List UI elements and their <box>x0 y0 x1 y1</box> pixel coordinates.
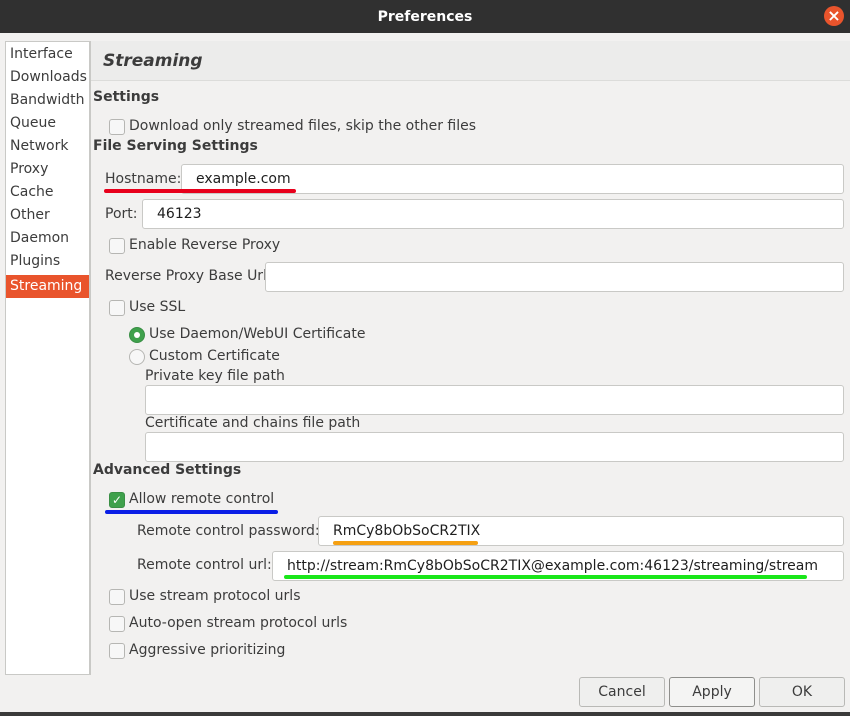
advanced-heading: Advanced Settings <box>93 462 242 478</box>
custom-cert-label[interactable]: Custom Certificate <box>149 348 280 364</box>
reverse-proxy-base-url-label: Reverse Proxy Base Url: <box>105 268 272 284</box>
title-bar: Preferences × <box>0 0 850 33</box>
remote-url-annotation <box>284 575 807 579</box>
sidebar-item-streaming[interactable]: Streaming <box>6 275 89 298</box>
sidebar-item-proxy[interactable]: Proxy <box>6 158 89 181</box>
file-serving-heading: File Serving Settings <box>93 138 258 154</box>
use-stream-protocol-urls-checkbox[interactable] <box>109 589 125 605</box>
download-only-streamed-label[interactable]: Download only streamed files, skip the o… <box>129 118 476 134</box>
port-input[interactable]: 46123 <box>142 199 844 229</box>
sidebar-item-network[interactable]: Network <box>6 135 89 158</box>
cancel-button[interactable]: Cancel <box>579 677 665 707</box>
private-key-path-input[interactable] <box>145 385 844 415</box>
sidebar-item-queue[interactable]: Queue <box>6 112 89 135</box>
port-label: Port: <box>105 206 138 222</box>
sidebar-item-bandwidth[interactable]: Bandwidth <box>6 89 89 112</box>
remote-url-label: Remote control url: <box>137 557 272 573</box>
use-ssl-label[interactable]: Use SSL <box>129 299 185 315</box>
download-only-streamed-checkbox[interactable] <box>109 119 125 135</box>
reverse-proxy-base-url-input[interactable] <box>265 262 844 292</box>
page-header: Streaming <box>91 41 850 81</box>
cert-chain-path-label: Certificate and chains file path <box>145 415 361 431</box>
cert-chain-path-input[interactable] <box>145 432 844 462</box>
private-key-path-label: Private key file path <box>145 368 285 384</box>
use-daemon-cert-radio[interactable] <box>129 327 145 343</box>
preferences-window: Preferences × Interface Downloads Bandwi… <box>0 0 850 716</box>
remote-password-annotation <box>333 541 478 545</box>
check-icon[interactable]: ✓ <box>109 492 125 508</box>
aggressive-prioritizing-label[interactable]: Aggressive prioritizing <box>129 642 285 658</box>
use-stream-protocol-urls-label[interactable]: Use stream protocol urls <box>129 588 301 604</box>
aggressive-prioritizing-checkbox[interactable] <box>109 643 125 659</box>
use-ssl-checkbox[interactable] <box>109 300 125 316</box>
streaming-panel: Streaming Settings Download only streame… <box>90 41 850 675</box>
auto-open-stream-urls-label[interactable]: Auto-open stream protocol urls <box>129 615 347 631</box>
hostname-annotation <box>104 189 296 193</box>
sidebar-item-plugins[interactable]: Plugins <box>6 250 89 273</box>
use-daemon-cert-label[interactable]: Use Daemon/WebUI Certificate <box>149 326 365 342</box>
sidebar-item-daemon[interactable]: Daemon <box>6 227 89 250</box>
close-icon[interactable]: × <box>824 6 844 26</box>
settings-heading: Settings <box>93 89 160 105</box>
page-title: Streaming <box>103 51 203 71</box>
apply-button[interactable]: Apply <box>669 677 755 707</box>
auto-open-stream-urls-checkbox[interactable] <box>109 616 125 632</box>
hostname-label: Hostname: <box>105 171 182 187</box>
bottom-strip <box>0 712 850 716</box>
allow-remote-control-annotation <box>105 510 278 514</box>
sidebar-item-other[interactable]: Other <box>6 204 89 227</box>
remote-password-label: Remote control password: <box>137 523 320 539</box>
sidebar-item-interface[interactable]: Interface <box>6 43 89 66</box>
custom-cert-radio[interactable] <box>129 349 145 365</box>
allow-remote-control-label[interactable]: Allow remote control <box>129 491 274 507</box>
sidebar: Interface Downloads Bandwidth Queue Netw… <box>5 41 90 675</box>
window-title: Preferences <box>377 8 473 25</box>
enable-reverse-proxy-label[interactable]: Enable Reverse Proxy <box>129 237 280 253</box>
ok-button[interactable]: OK <box>759 677 845 707</box>
sidebar-item-cache[interactable]: Cache <box>6 181 89 204</box>
sidebar-item-downloads[interactable]: Downloads <box>6 66 89 89</box>
enable-reverse-proxy-checkbox[interactable] <box>109 238 125 254</box>
